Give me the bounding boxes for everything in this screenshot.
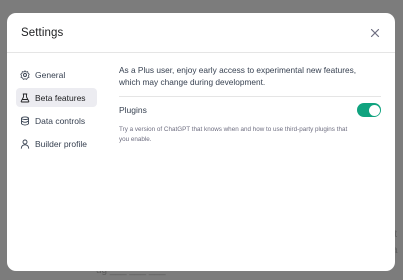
database-icon	[20, 115, 30, 126]
sidebar-item-label: Builder profile	[35, 138, 87, 149]
sidebar-item-builder-profile[interactable]: Builder profile	[16, 134, 97, 153]
sidebar-item-label: Data controls	[35, 115, 86, 126]
settings-sidebar: General Beta features Data controls Buil…	[7, 53, 105, 153]
sidebar-item-label: General	[35, 69, 66, 80]
plugins-setting-row: Plugins	[119, 103, 381, 117]
settings-modal: Settings General Beta features Data cont…	[7, 13, 395, 271]
close-icon	[370, 28, 380, 37]
sidebar-item-data-controls[interactable]: Data controls	[16, 111, 97, 130]
flask-icon	[20, 93, 30, 103]
gear-icon	[20, 69, 30, 80]
plugins-toggle[interactable]	[357, 103, 381, 117]
modal-title: Settings	[21, 26, 64, 39]
divider	[119, 96, 381, 97]
modal-header: Settings	[7, 13, 395, 53]
sidebar-item-label: Beta features	[35, 92, 86, 103]
toggle-knob	[368, 104, 380, 116]
plugins-description: Try a version of ChatGPT that knows when…	[119, 126, 348, 143]
plugins-label: Plugins	[119, 105, 147, 115]
settings-content: As a Plus user, enjoy early access to ex…	[105, 53, 395, 153]
close-button[interactable]	[368, 26, 382, 40]
sidebar-item-general[interactable]: General	[16, 65, 97, 84]
person-icon	[20, 139, 30, 149]
beta-features-description: As a Plus user, enjoy early access to ex…	[119, 65, 357, 87]
sidebar-item-beta-features[interactable]: Beta features	[16, 88, 97, 107]
modal-body: General Beta features Data controls Buil…	[7, 53, 395, 153]
